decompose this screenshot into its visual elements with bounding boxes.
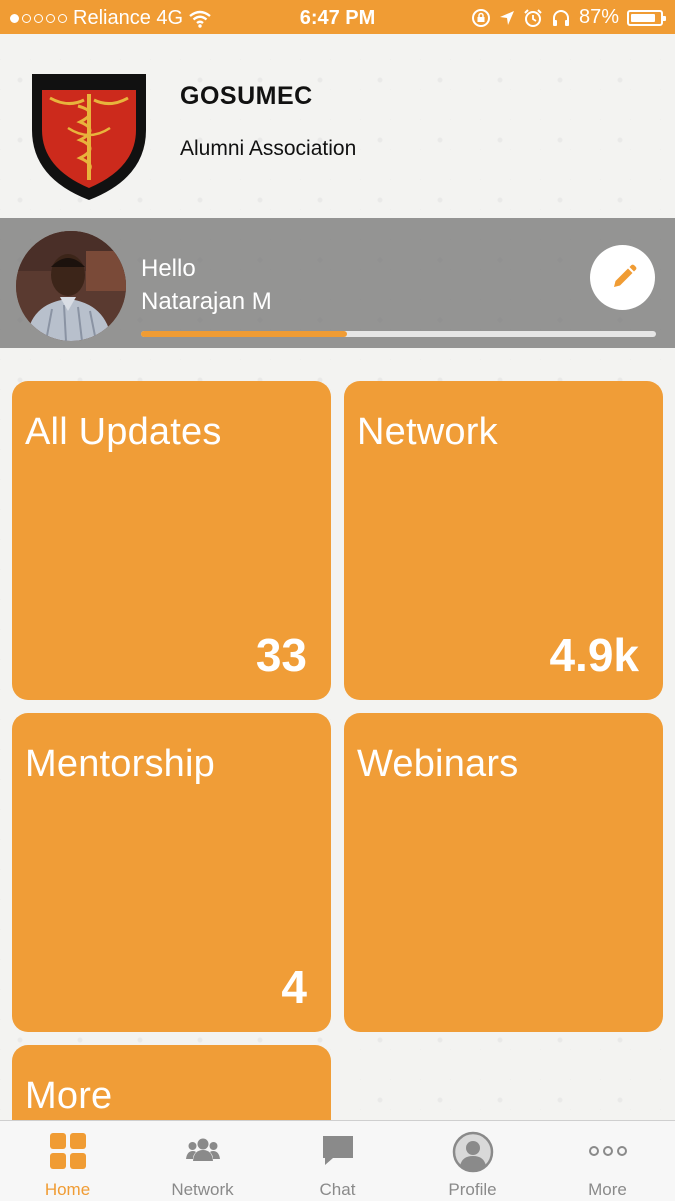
profile-completion-fill xyxy=(141,331,347,337)
organization-subtitle: Alumni Association xyxy=(180,137,357,160)
battery-icon xyxy=(627,9,666,26)
bottom-tab-bar: Home Network Chat Profile More xyxy=(0,1120,675,1201)
battery-percent: 87% xyxy=(578,6,619,28)
tile-mentorship[interactable]: Mentorship 4 xyxy=(12,713,331,1032)
greeting-text: Hello Natarajan M xyxy=(141,252,272,318)
tile-title: Webinars xyxy=(357,743,519,785)
battery-fill xyxy=(631,13,656,22)
tab-profile[interactable]: Profile xyxy=(405,1121,540,1201)
location-icon xyxy=(499,10,514,25)
profile-completion-bar xyxy=(141,331,656,337)
tab-label: Home xyxy=(44,1180,91,1199)
tile-all-updates[interactable]: All Updates 33 xyxy=(12,381,331,700)
tab-chat[interactable]: Chat xyxy=(270,1121,405,1201)
tile-title: More xyxy=(25,1075,113,1117)
pencil-icon xyxy=(613,264,636,287)
college-crest-logo xyxy=(32,74,146,200)
alarm-icon xyxy=(524,8,542,27)
user-name: Natarajan M xyxy=(141,288,272,315)
user-avatar[interactable] xyxy=(16,231,126,341)
lock-rotation-icon xyxy=(471,8,490,27)
more-dots-icon xyxy=(588,1146,627,1156)
tile-network[interactable]: Network 4.9k xyxy=(344,381,663,700)
headphones-icon xyxy=(552,9,569,26)
tile-more[interactable]: More xyxy=(12,1045,331,1120)
tab-label: More xyxy=(588,1180,627,1199)
tile-count: 4.9k xyxy=(549,629,639,681)
status-right: 87% xyxy=(471,6,666,29)
people-icon xyxy=(185,1138,220,1161)
edit-profile-button[interactable] xyxy=(590,245,655,310)
profile-icon xyxy=(452,1131,493,1173)
greeting-label: Hello xyxy=(141,255,196,282)
tab-label: Chat xyxy=(319,1180,356,1199)
status-bar: Reliance 4G 6:47 PM 87% xyxy=(0,0,675,34)
tile-count: 33 xyxy=(255,629,307,681)
app-header: GOSUMEC Alumni Association xyxy=(0,34,675,218)
tile-title: Mentorship xyxy=(25,743,215,785)
organization-name: GOSUMEC xyxy=(180,82,313,110)
tile-title: All Updates xyxy=(25,411,222,453)
tile-title: Network xyxy=(357,411,498,453)
chat-icon xyxy=(322,1136,353,1165)
user-greeting-bar: Hello Natarajan M xyxy=(0,218,675,348)
tab-label: Profile xyxy=(448,1180,497,1199)
tab-network[interactable]: Network xyxy=(135,1121,270,1201)
tile-webinars[interactable]: Webinars xyxy=(344,713,663,1032)
tile-count: 4 xyxy=(281,961,307,1013)
avatar-photo xyxy=(16,231,126,341)
tab-more[interactable]: More xyxy=(540,1121,675,1201)
tab-label: Network xyxy=(171,1180,234,1199)
tab-home[interactable]: Home xyxy=(0,1121,135,1201)
home-grid-icon xyxy=(49,1133,86,1169)
